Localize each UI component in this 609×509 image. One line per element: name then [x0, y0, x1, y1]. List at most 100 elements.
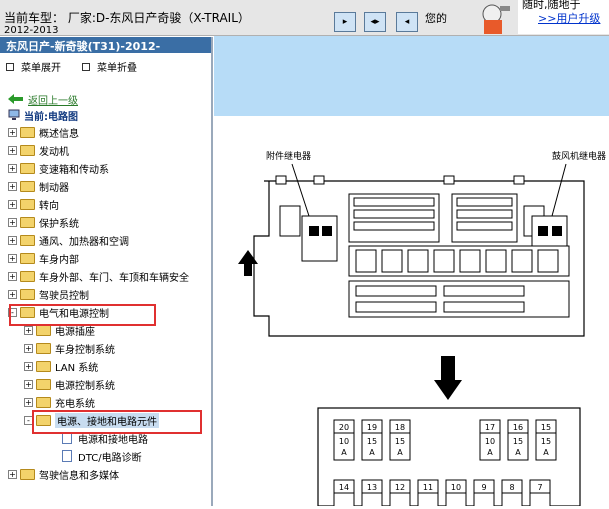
folder-icon: [20, 198, 35, 210]
tree-item-label: 车身内部: [39, 254, 79, 266]
menu-expand-button[interactable]: 菜单展开: [6, 59, 61, 74]
back-arrow-icon: [8, 94, 23, 104]
folder-icon: [36, 360, 51, 372]
expand-plus-icon[interactable]: +: [8, 469, 17, 479]
sidebar-header: 东风日产-新奇骏(T31)-2012-: [0, 37, 211, 53]
computer-icon: [8, 109, 20, 120]
expand-plus-icon[interactable]: +: [8, 235, 17, 245]
tree-item-label: 电源控制系统: [55, 380, 115, 392]
fuse-box-diagram: 附件继电器 鼓风机继电器 2010A1915A1815A1710A1615A15…: [238, 150, 606, 509]
highlight-box-electrical: [9, 304, 156, 326]
folder-icon: [20, 270, 35, 282]
fuse-number: 12: [395, 483, 405, 492]
folder-icon: [36, 324, 51, 336]
current-location: 当前:电路图: [8, 106, 78, 124]
fuse-amp: 10: [339, 437, 349, 446]
tree-item-label: 变速箱和传动系: [39, 164, 109, 176]
tree-item[interactable]: + 发动机: [8, 141, 69, 159]
wiring-diagram: 附件继电器 鼓风机继电器 20 10 A 19 15 A 18 15 A 17 …: [214, 116, 609, 509]
folder-icon: [20, 144, 35, 156]
fuse-number: 17: [485, 423, 495, 432]
folder-icon: [20, 252, 35, 264]
tree-item-label: 车身外部、车门、车顶和车辆安全: [39, 272, 189, 284]
tree-item-label: 保护系统: [39, 218, 79, 230]
fuse-amp: 15: [367, 437, 377, 446]
expand-plus-icon[interactable]: +: [8, 289, 17, 299]
tree-item-label: DTC/电路诊断: [78, 452, 142, 464]
tree-item[interactable]: + 转向: [8, 195, 59, 213]
expand-plus-icon[interactable]: +: [8, 253, 17, 263]
notice-text: 您的: [425, 12, 447, 25]
fuse-number: 10: [451, 483, 461, 492]
vehicle-years-label: 2012-2013: [4, 25, 59, 36]
fuse-unit: A: [515, 448, 521, 457]
folder-icon: [20, 180, 35, 192]
expand-plus-icon[interactable]: +: [24, 343, 33, 353]
tree-item-label: 驾驶员控制: [39, 290, 89, 302]
tree-item[interactable]: + 变速箱和传动系: [8, 159, 109, 177]
expand-plus-icon[interactable]: +: [24, 397, 33, 407]
fuse-unit: A: [369, 448, 375, 457]
tree-item[interactable]: DTC/电路诊断: [62, 447, 142, 465]
tree-item-label: 驾驶信息和多媒体: [39, 470, 119, 482]
tree-item-label: 通风、加热器和空调: [39, 236, 129, 248]
tree-item[interactable]: + 保护系统: [8, 213, 79, 231]
folder-icon: [36, 378, 51, 390]
fuse-unit: A: [487, 448, 493, 457]
tree-item[interactable]: + 车身内部: [8, 249, 79, 267]
expand-checkbox-icon: [6, 62, 14, 71]
expand-plus-icon[interactable]: +: [8, 181, 17, 191]
tree-item[interactable]: + 制动器: [8, 177, 69, 195]
fuse-amp: 15: [541, 437, 551, 446]
tree-item-label: 车身控制系统: [55, 344, 115, 356]
menu-collapse-button[interactable]: 菜单折叠: [82, 59, 137, 74]
fuse-unit: A: [397, 448, 403, 457]
nav-first-icon[interactable]: ▸: [334, 12, 356, 32]
tree-item[interactable]: + 车身外部、车门、车顶和车辆安全: [8, 267, 189, 285]
tree-item[interactable]: + 充电系统: [24, 393, 95, 411]
fuse-number: 13: [367, 483, 377, 492]
folder-icon: [20, 288, 35, 300]
expand-plus-icon[interactable]: +: [24, 379, 33, 389]
tree-item-label: LAN 系统: [55, 362, 99, 374]
fuse-amp: 15: [395, 437, 405, 446]
fuse-number: 8: [509, 483, 514, 492]
expand-plus-icon[interactable]: +: [8, 199, 17, 209]
tree-item[interactable]: + 车身控制系统: [24, 339, 115, 357]
folder-icon: [20, 126, 35, 138]
menu-expand-label: 菜单展开: [21, 63, 61, 74]
up-arrow-icon: [238, 250, 258, 276]
fuse-number: 16: [513, 423, 523, 432]
user-upgrade-link[interactable]: >>用户升级: [538, 10, 600, 26]
fuse-number: 20: [339, 423, 349, 432]
mascot-icon: [482, 4, 510, 34]
expand-plus-icon[interactable]: +: [8, 127, 17, 137]
expand-plus-icon[interactable]: +: [8, 145, 17, 155]
tree-item[interactable]: + 概述信息: [8, 123, 79, 141]
left-relay-label: 附件继电器: [266, 150, 311, 162]
promo-box: 随时,随地于 >>用户升级: [518, 0, 609, 34]
highlight-box-power-ground: [32, 410, 202, 434]
tree-item-label: 转向: [39, 200, 59, 212]
expand-plus-icon[interactable]: +: [8, 163, 17, 173]
expand-plus-icon[interactable]: +: [24, 361, 33, 371]
expand-plus-icon[interactable]: +: [24, 325, 33, 335]
fuse-amp: 15: [513, 437, 523, 446]
tree-item[interactable]: + 驾驶员控制: [8, 285, 89, 303]
nav-prevnext-icon[interactable]: ◂▸: [364, 12, 386, 32]
content-header-band: [214, 36, 609, 116]
tree-item[interactable]: + 驾驶信息和多媒体: [8, 465, 119, 483]
fuse-number: 15: [541, 423, 551, 432]
tree-item[interactable]: + 电源控制系统: [24, 375, 115, 393]
menu-collapse-label: 菜单折叠: [97, 63, 137, 74]
collapse-checkbox-icon: [82, 62, 90, 71]
folder-icon: [36, 396, 51, 408]
tree-item[interactable]: + 通风、加热器和空调: [8, 231, 129, 249]
nav-last-icon[interactable]: ◂: [396, 12, 418, 32]
fuse-amp: 10: [485, 437, 495, 446]
left-relay: [301, 215, 338, 262]
current-location-label: 当前:电路图: [24, 111, 78, 123]
tree-item[interactable]: + LAN 系统: [24, 357, 98, 375]
expand-plus-icon[interactable]: +: [8, 271, 17, 281]
expand-plus-icon[interactable]: +: [8, 217, 17, 227]
